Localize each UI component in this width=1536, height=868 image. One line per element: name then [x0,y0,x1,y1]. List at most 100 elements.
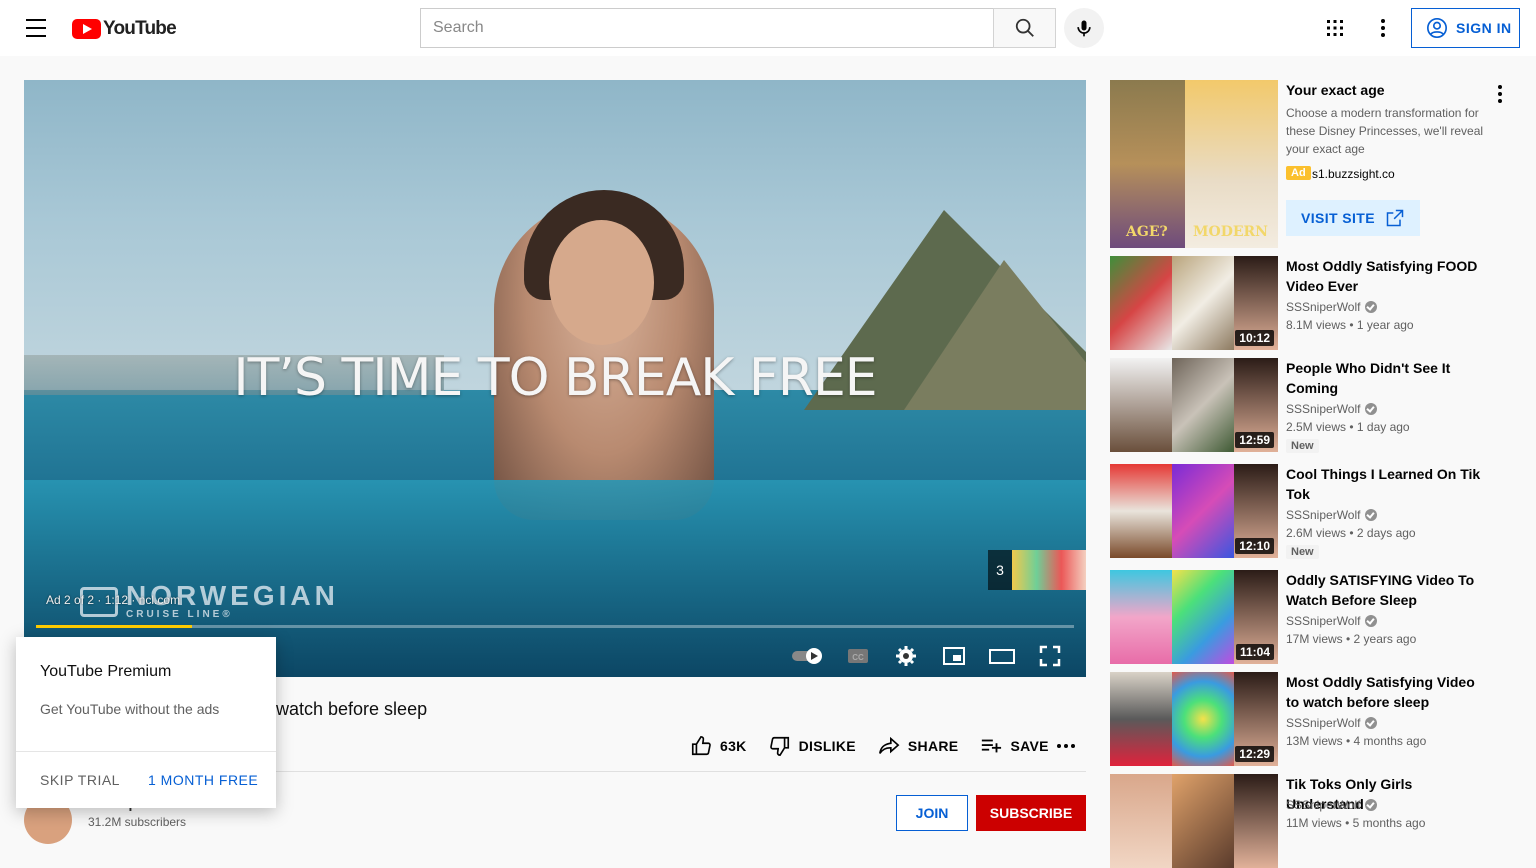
ad-thumb-left-label: AGE? [1126,224,1168,240]
recommendation-meta: 13M views • 4 months ago [1286,734,1427,748]
ad-title[interactable]: Your exact age [1286,82,1385,98]
video-title: watch before sleep [276,699,428,719]
recommendation-thumbnail: 12:29 [1110,672,1278,766]
skip-countdown: 3 [996,562,1004,578]
youtube-logo[interactable]: YouTube [72,18,177,40]
channel-label: SSSniperWolf [1286,716,1361,730]
autoplay-toggle[interactable] [788,642,828,670]
recommendation-thumbnail [1110,774,1278,868]
ad-info-text[interactable]: Ad 2 of 2 · 1:12 · ncl.com [46,593,180,607]
dislike-button[interactable]: DISLIKE [769,735,856,757]
recommendation-meta: 8.1M views • 1 year ago [1286,318,1414,332]
search-button[interactable] [993,8,1056,48]
miniplayer-icon[interactable] [940,642,968,670]
recommendation-thumbnail: 12:59 [1110,358,1278,452]
progress-fill [36,625,192,628]
recommendation-title: Oddly SATISFYING Video To Watch Before S… [1286,572,1475,608]
next-video-thumbnail [1012,550,1086,590]
recommendation-meta: 2.6M views • 2 days ago [1286,526,1416,540]
recommendation-item[interactable]: 11:04 Oddly SATISFYING Video To Watch Be… [1110,570,1510,664]
channel-label: SSSniperWolf [1286,798,1361,812]
channel-subscriber-count: 31.2M subscribers [88,815,187,829]
recommendation-channel: SSSniperWolf [1286,716,1378,730]
share-icon [878,736,900,754]
recommendation-item[interactable]: 12:59 People Who Didn't See It Coming SS… [1110,358,1510,453]
captions-icon[interactable]: CC [844,642,872,670]
join-button[interactable]: JOIN [896,795,968,831]
ad-domain: s1.buzzsight.co [1312,167,1395,181]
external-link-icon [1386,209,1404,227]
ad-description: Choose a modern transformation for these… [1286,106,1484,156]
channel-label: SSSniperWolf [1286,402,1361,416]
verified-icon [1365,403,1378,415]
skip-trial-button[interactable]: SKIP TRIAL [40,772,120,788]
logo-text: YouTube [103,18,177,39]
recommendation-channel: SSSniperWolf [1286,798,1378,812]
month-free-button[interactable]: 1 MONTH FREE [148,772,258,788]
menu-icon[interactable] [24,16,48,40]
video-duration: 12:29 [1235,746,1274,762]
video-duration: 12:10 [1235,538,1274,554]
fullscreen-icon[interactable] [1036,642,1064,670]
subscribe-button[interactable]: SUBSCRIBE [976,795,1086,831]
youtube-play-logo-icon [72,19,101,39]
premium-subtitle: Get YouTube without the ads [40,701,220,717]
recommendation-meta: 11M views • 5 months ago [1286,816,1426,830]
save-label: SAVE [1010,738,1049,754]
recommendation-channel: SSSniperWolf [1286,300,1378,314]
video-duration: 11:04 [1235,644,1274,660]
recommendation-item[interactable]: 12:29 Most Oddly Satisfying Video to wat… [1110,672,1510,766]
search-icon [1015,18,1034,37]
recommendation-title: Most Oddly Satisfying FOOD Video Ever [1286,258,1478,294]
sidebar-ad-card[interactable]: AGE? MODERN Your exact age Choose a mode… [1110,80,1510,248]
recommendation-item[interactable]: 10:12 Most Oddly Satisfying FOOD Video E… [1110,256,1510,350]
progress-bar[interactable] [36,625,1074,628]
recommendation-title: Cool Things I Learned On Tik Tok [1286,466,1481,502]
verified-icon [1365,301,1378,313]
popup-divider [16,751,276,752]
ad-menu-icon[interactable] [1490,82,1510,106]
channel-label: SSSniperWolf [1286,300,1361,314]
sign-in-button[interactable]: SIGN IN [1411,8,1520,48]
recommendation-item[interactable]: Tik Toks Only Girls Understand SSSniperW… [1110,774,1510,868]
settings-more-icon[interactable] [1371,16,1395,40]
more-actions-icon[interactable] [1054,734,1078,758]
recommendation-thumbnail: 12:10 [1110,464,1278,558]
verified-icon [1365,509,1378,521]
settings-gear-icon[interactable] [892,642,920,670]
search-input[interactable] [420,8,993,48]
video-actions: 63K DISLIKE SHARE SAVE [690,734,1071,758]
ad-badge: Ad [1286,166,1311,180]
voice-search-button[interactable] [1064,8,1104,48]
save-button[interactable]: SAVE [980,735,1048,757]
verified-icon [1365,799,1378,811]
share-button[interactable]: SHARE [878,735,959,757]
recommendation-meta: 17M views • 2 years ago [1286,632,1417,646]
visit-site-button[interactable]: VISIT SITE [1286,200,1420,236]
dislike-label: DISLIKE [798,738,856,754]
recommendation-channel: SSSniperWolf [1286,508,1378,522]
channel-label: SSSniperWolf [1286,614,1361,628]
like-button[interactable]: 63K [690,735,747,757]
recommendation-title: Most Oddly Satisfying Video to watch bef… [1286,674,1475,710]
recommendation-channel: SSSniperWolf [1286,402,1378,416]
recommendation-meta: 2.5M views • 1 day ago [1286,420,1410,434]
theater-mode-icon[interactable] [988,642,1016,670]
recommendation-thumbnail: 10:12 [1110,256,1278,350]
ad-headline: IT’S TIME TO BREAK FREE [233,348,877,408]
visit-site-label: VISIT SITE [1300,210,1375,226]
channel-label: SSSniperWolf [1286,508,1361,522]
recommendation-title: People Who Didn't See It Coming [1286,360,1451,396]
ad-thumbnail[interactable]: AGE? MODERN [1110,80,1278,248]
verified-icon [1365,615,1378,627]
microphone-icon [1077,20,1091,37]
video-player[interactable]: IT’S TIME TO BREAK FREE NORWEGIAN CRUISE… [24,80,1086,677]
premium-promo-popup: YouTube Premium Get YouTube without the … [16,637,276,808]
ad-skip-preview[interactable]: 3 [988,550,1086,590]
divider [276,771,1086,772]
premium-title: YouTube Premium [40,663,172,680]
svg-text:CC: CC [852,653,864,662]
recommendation-item[interactable]: 12:10 Cool Things I Learned On Tik Tok S… [1110,464,1510,559]
apps-grid-icon[interactable] [1323,16,1347,40]
new-badge: New [1286,545,1319,559]
